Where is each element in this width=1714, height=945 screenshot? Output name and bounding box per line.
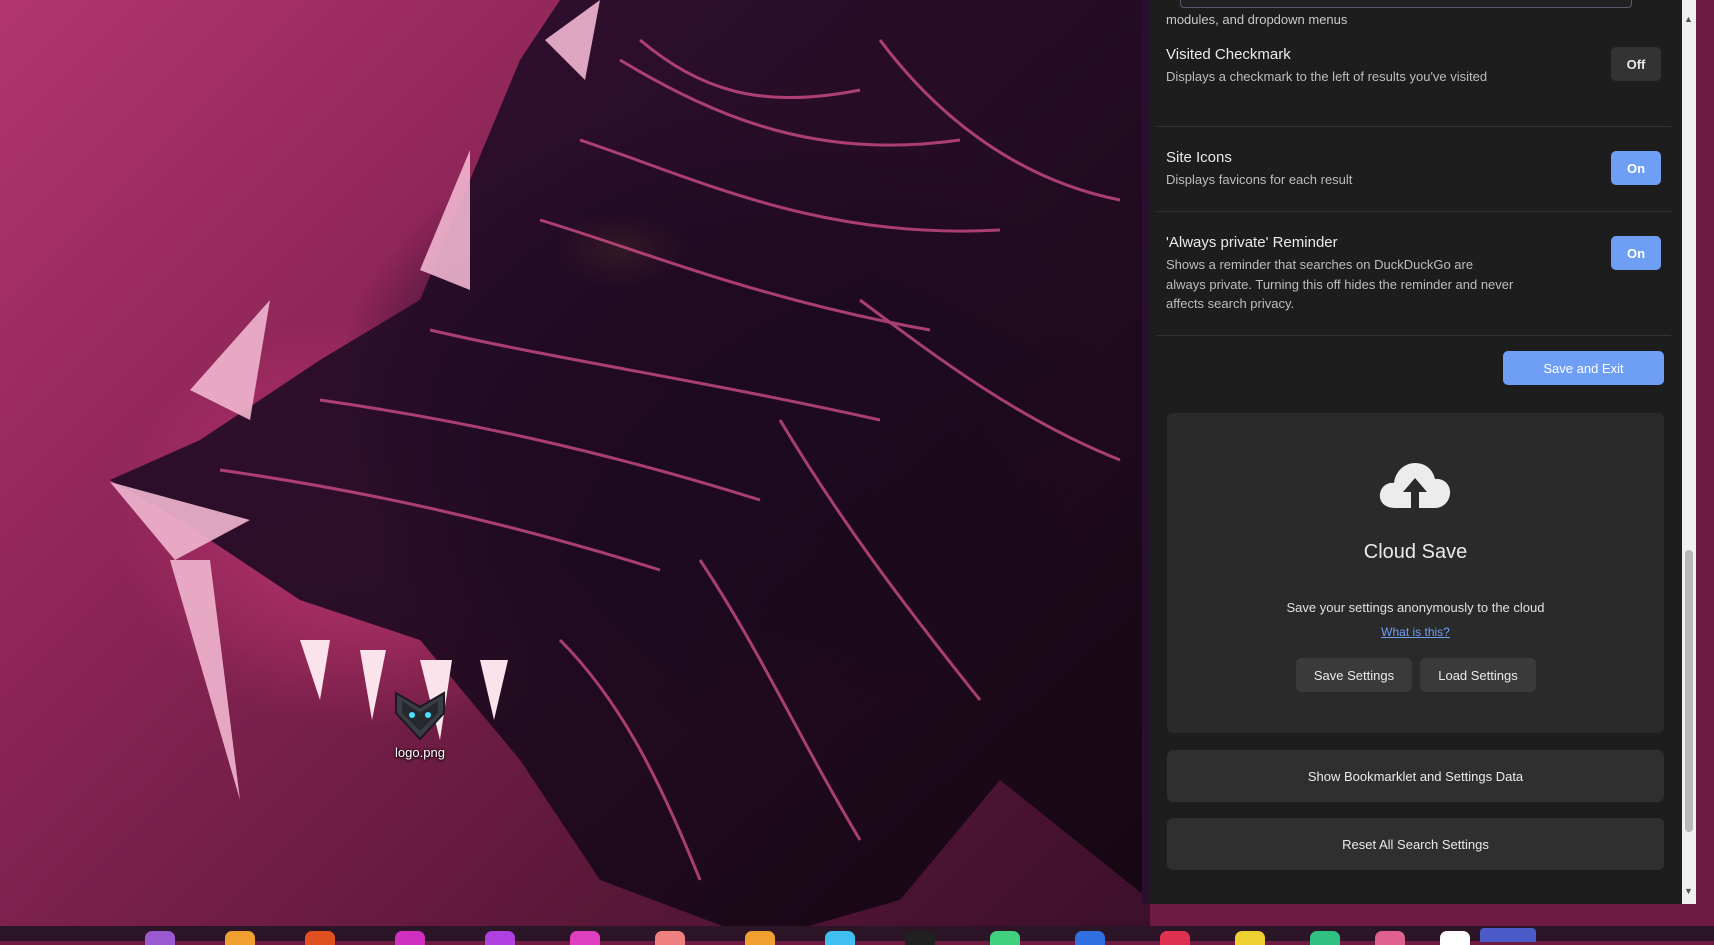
taskbar-app-icon[interactable] <box>1235 931 1265 945</box>
save-settings-button[interactable]: Save Settings <box>1296 658 1412 692</box>
dragon-wallpaper-art <box>110 0 1150 940</box>
save-and-exit-button[interactable]: Save and Exit <box>1503 351 1664 385</box>
setting-row-always-private-reminder: 'Always private' Reminder Shows a remind… <box>1157 212 1671 336</box>
window-frame <box>1142 0 1150 904</box>
taskbar-app-icon[interactable] <box>905 931 935 945</box>
previous-setting-desc: modules, and dropdown menus <box>1166 12 1348 27</box>
top-input-partial[interactable] <box>1180 0 1632 8</box>
taskbar-app-icon[interactable] <box>1160 931 1190 945</box>
taskbar-app-icon[interactable] <box>305 931 335 945</box>
scroll-up-arrow-icon[interactable]: ▲ <box>1684 14 1693 24</box>
what-is-this-link[interactable]: What is this? <box>1167 625 1664 639</box>
setting-title: 'Always private' Reminder <box>1166 234 1338 251</box>
toggle-visited-checkmark[interactable]: Off <box>1611 47 1661 81</box>
toggle-always-private-reminder[interactable]: On <box>1611 236 1661 270</box>
desktop-icon-logo[interactable]: logo.png <box>376 683 464 760</box>
taskbar-app-icon[interactable] <box>825 931 855 945</box>
desktop-icon-label: logo.png <box>395 745 445 760</box>
taskbar-app-icon[interactable] <box>1310 931 1340 945</box>
taskbar-app-icon[interactable] <box>1480 928 1536 942</box>
taskbar-app-icon[interactable] <box>570 931 600 945</box>
taskbar-app-icon[interactable] <box>655 931 685 945</box>
taskbar-app-icon[interactable] <box>395 931 425 945</box>
taskbar-app-icon[interactable] <box>745 931 775 945</box>
setting-desc: Shows a reminder that searches on DuckDu… <box>1166 257 1514 311</box>
cloud-save-desc: Save your settings anonymously to the cl… <box>1286 600 1545 615</box>
desktop-wallpaper: logo.png <box>0 0 1150 941</box>
show-bookmarklet-button[interactable]: Show Bookmarklet and Settings Data <box>1167 750 1664 802</box>
taskbar-app-icon[interactable] <box>225 931 255 945</box>
taskbar-app-icon[interactable] <box>145 931 175 945</box>
cloud-save-title: Cloud Save <box>1363 541 1468 563</box>
cloud-save-card: Cloud Save Save your settings anonymousl… <box>1167 413 1664 733</box>
scrollbar-thumb[interactable] <box>1685 550 1693 832</box>
taskbar-app-icon[interactable] <box>1075 931 1105 945</box>
reset-settings-button[interactable]: Reset All Search Settings <box>1167 818 1664 870</box>
setting-title: Visited Checkmark <box>1166 46 1291 63</box>
toggle-site-icons[interactable]: On <box>1611 151 1661 185</box>
load-settings-button[interactable]: Load Settings <box>1420 658 1536 692</box>
taskbar-app-icon[interactable] <box>485 931 515 945</box>
setting-row-visited-checkmark: Visited Checkmark Displays a checkmark t… <box>1157 36 1671 127</box>
scroll-down-arrow-icon[interactable]: ▼ <box>1684 886 1693 896</box>
setting-row-site-icons: Site Icons Displays favicons for each re… <box>1157 127 1671 212</box>
shield-logo-icon <box>390 683 450 743</box>
taskbar-app-icon[interactable] <box>1440 931 1470 945</box>
setting-title: Site Icons <box>1166 149 1232 166</box>
taskbar-app-icon[interactable] <box>990 931 1020 945</box>
setting-desc: Displays a checkmark to the left of resu… <box>1166 69 1488 84</box>
setting-desc: Displays favicons for each result <box>1166 172 1353 187</box>
cloud-upload-icon <box>1377 458 1453 519</box>
taskbar-app-icon[interactable] <box>1375 931 1405 945</box>
